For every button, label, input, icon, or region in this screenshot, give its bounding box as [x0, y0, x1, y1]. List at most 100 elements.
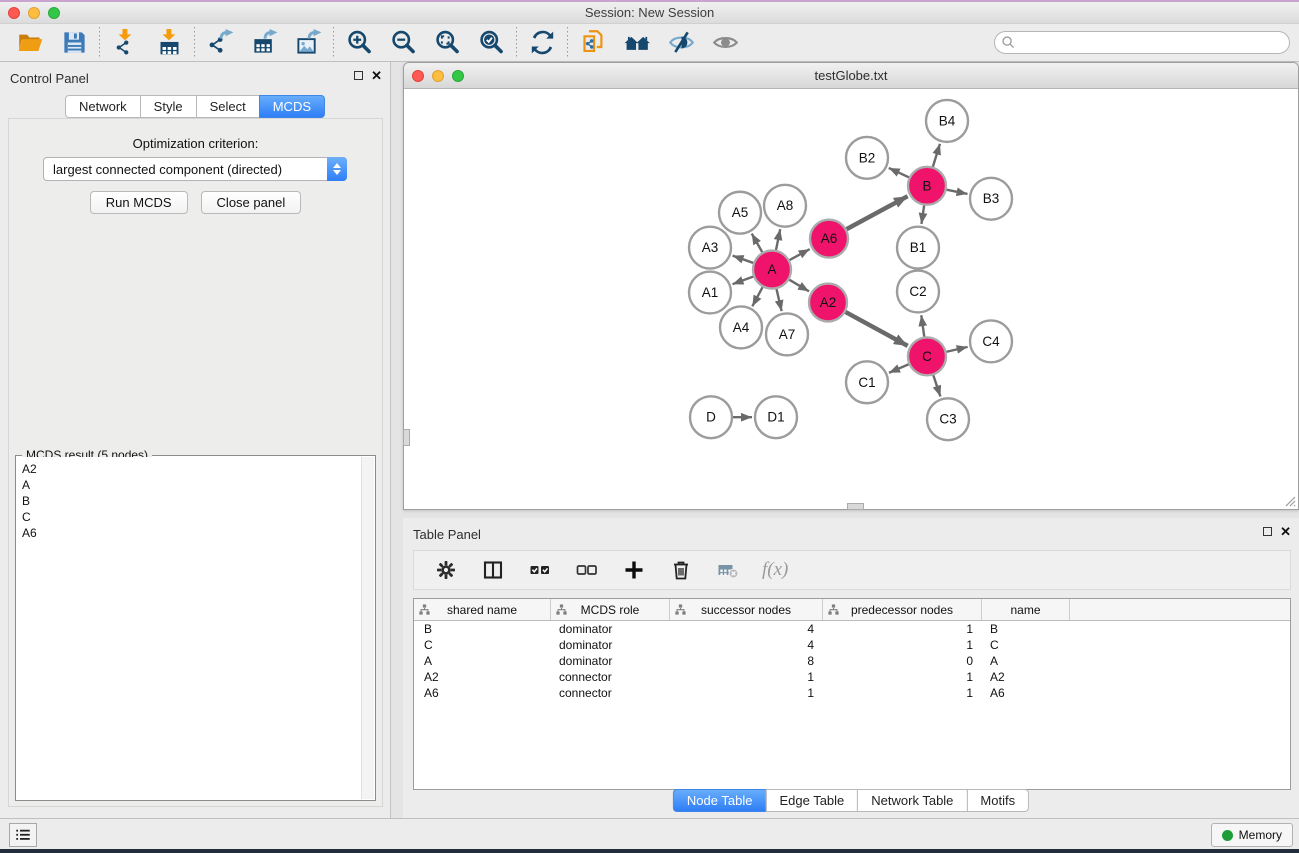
node-B[interactable]: B [908, 167, 946, 205]
table-cell[interactable]: dominator [551, 621, 670, 637]
apply-function-button[interactable]: f(x) [762, 559, 788, 581]
zoom-selected-button[interactable] [475, 27, 507, 59]
table-cell[interactable]: dominator [551, 653, 670, 669]
node-A6[interactable]: A6 [810, 220, 848, 258]
table-row[interactable]: A6connector11A6 [414, 685, 1290, 701]
delete-table-button[interactable] [715, 557, 741, 583]
edge-A-A8[interactable] [776, 229, 781, 252]
tab-select[interactable]: Select [196, 95, 260, 118]
table-row[interactable]: Bdominator41B [414, 621, 1290, 637]
memory-button[interactable]: Memory [1211, 823, 1293, 847]
node-D1[interactable]: D1 [755, 396, 797, 438]
node-B1[interactable]: B1 [897, 227, 939, 269]
table-cell[interactable]: 1 [823, 669, 982, 685]
zoom-fit-button[interactable] [431, 27, 463, 59]
show-details-button[interactable] [709, 27, 741, 59]
close-panel-icon[interactable]: ✕ [371, 70, 382, 81]
node-A8[interactable]: A8 [764, 185, 806, 227]
edge-A-A2[interactable] [788, 279, 810, 292]
column-header-shared-name[interactable]: shared name [414, 599, 551, 620]
column-header-predecessor-nodes[interactable]: predecessor nodes [823, 599, 982, 620]
tab-mcds[interactable]: MCDS [259, 95, 325, 118]
table-cell[interactable]: dominator [551, 637, 670, 653]
table-cell[interactable]: 1 [670, 685, 823, 701]
node-D[interactable]: D [690, 396, 732, 438]
delete-row-button[interactable] [668, 557, 694, 583]
node-C3[interactable]: C3 [927, 398, 969, 440]
split-view-button[interactable] [480, 557, 506, 583]
table-cell[interactable]: 1 [823, 621, 982, 637]
table-cell[interactable]: 0 [823, 653, 982, 669]
edge-A6-B[interactable] [845, 196, 908, 230]
copy-network-view-button[interactable] [577, 27, 609, 59]
mcds-result-item[interactable]: A6 [22, 525, 361, 541]
node-B2[interactable]: B2 [846, 137, 888, 179]
table-cell[interactable]: 4 [670, 637, 823, 653]
resize-grip-icon[interactable] [1283, 494, 1296, 507]
node-A5[interactable]: A5 [719, 192, 761, 234]
select-all-button[interactable] [527, 557, 553, 583]
table-cell[interactable]: A2 [982, 669, 1070, 685]
edge-A-A4[interactable] [752, 285, 763, 306]
edge-C-C3[interactable] [933, 373, 941, 396]
import-table-button[interactable] [153, 27, 185, 59]
export-table-button[interactable] [248, 27, 280, 59]
table-cell[interactable]: 1 [823, 637, 982, 653]
import-network-button[interactable] [109, 27, 141, 59]
close-panel-button[interactable]: Close panel [201, 191, 302, 214]
criterion-dropdown[interactable]: largest connected component (directed) [43, 157, 347, 181]
export-image-button[interactable] [292, 27, 324, 59]
table-row[interactable]: A2connector11A2 [414, 669, 1290, 685]
tab-network[interactable]: Network [65, 95, 141, 118]
mcds-result-item[interactable]: C [22, 509, 361, 525]
table-cell[interactable]: A6 [982, 685, 1070, 701]
mcds-result-item[interactable]: B [22, 493, 361, 509]
table-cell[interactable]: A6 [414, 685, 551, 701]
edge-A2-C[interactable] [844, 311, 908, 346]
table-cell[interactable]: A2 [414, 669, 551, 685]
edge-A-A7[interactable] [776, 287, 782, 311]
table-cell[interactable]: B [982, 621, 1070, 637]
mcds-result-item[interactable]: A2 [22, 461, 361, 477]
table-row[interactable]: Adominator80A [414, 653, 1290, 669]
node-C1[interactable]: C1 [846, 361, 888, 403]
table-cell[interactable]: 4 [670, 621, 823, 637]
open-session-button[interactable] [14, 27, 46, 59]
close-table-panel-icon[interactable]: ✕ [1280, 526, 1291, 537]
table-cell[interactable]: A [414, 653, 551, 669]
horizontal-scrollbar-thumb[interactable] [847, 503, 864, 510]
zoom-out-button[interactable] [387, 27, 419, 59]
node-A[interactable]: A [753, 251, 791, 289]
edge-B-B4[interactable] [932, 144, 940, 169]
table-cell[interactable]: 1 [823, 685, 982, 701]
refresh-button[interactable] [526, 27, 558, 59]
float-table-panel-icon[interactable] [1263, 527, 1272, 536]
tab-network-table[interactable]: Network Table [857, 789, 967, 812]
tab-motifs[interactable]: Motifs [966, 789, 1029, 812]
edge-C-C1[interactable] [889, 364, 910, 373]
search-input[interactable] [994, 31, 1290, 54]
export-network-button[interactable] [204, 27, 236, 59]
vertical-scrollbar-thumb[interactable] [403, 429, 410, 446]
edge-A-A5[interactable] [752, 234, 763, 254]
tab-edge-table[interactable]: Edge Table [765, 789, 858, 812]
node-A2[interactable]: A2 [809, 284, 847, 322]
node-C4[interactable]: C4 [970, 320, 1012, 362]
save-session-button[interactable] [58, 27, 90, 59]
node-C[interactable]: C [908, 337, 946, 375]
edge-B-B3[interactable] [945, 189, 968, 194]
edge-B-B2[interactable] [889, 168, 911, 178]
node-B3[interactable]: B3 [970, 178, 1012, 220]
table-cell[interactable]: B [414, 621, 551, 637]
home-view-button[interactable] [621, 27, 653, 59]
edge-C-C4[interactable] [945, 347, 968, 352]
column-header-name[interactable]: name [982, 599, 1070, 620]
run-mcds-button[interactable]: Run MCDS [90, 191, 188, 214]
task-history-button[interactable] [9, 823, 37, 847]
table-cell[interactable]: A [982, 653, 1070, 669]
edge-A-A6[interactable] [788, 249, 810, 261]
table-row[interactable]: Cdominator41C [414, 637, 1290, 653]
table-cell[interactable]: C [982, 637, 1070, 653]
edge-B-B1[interactable] [921, 204, 924, 224]
table-cell[interactable]: 8 [670, 653, 823, 669]
